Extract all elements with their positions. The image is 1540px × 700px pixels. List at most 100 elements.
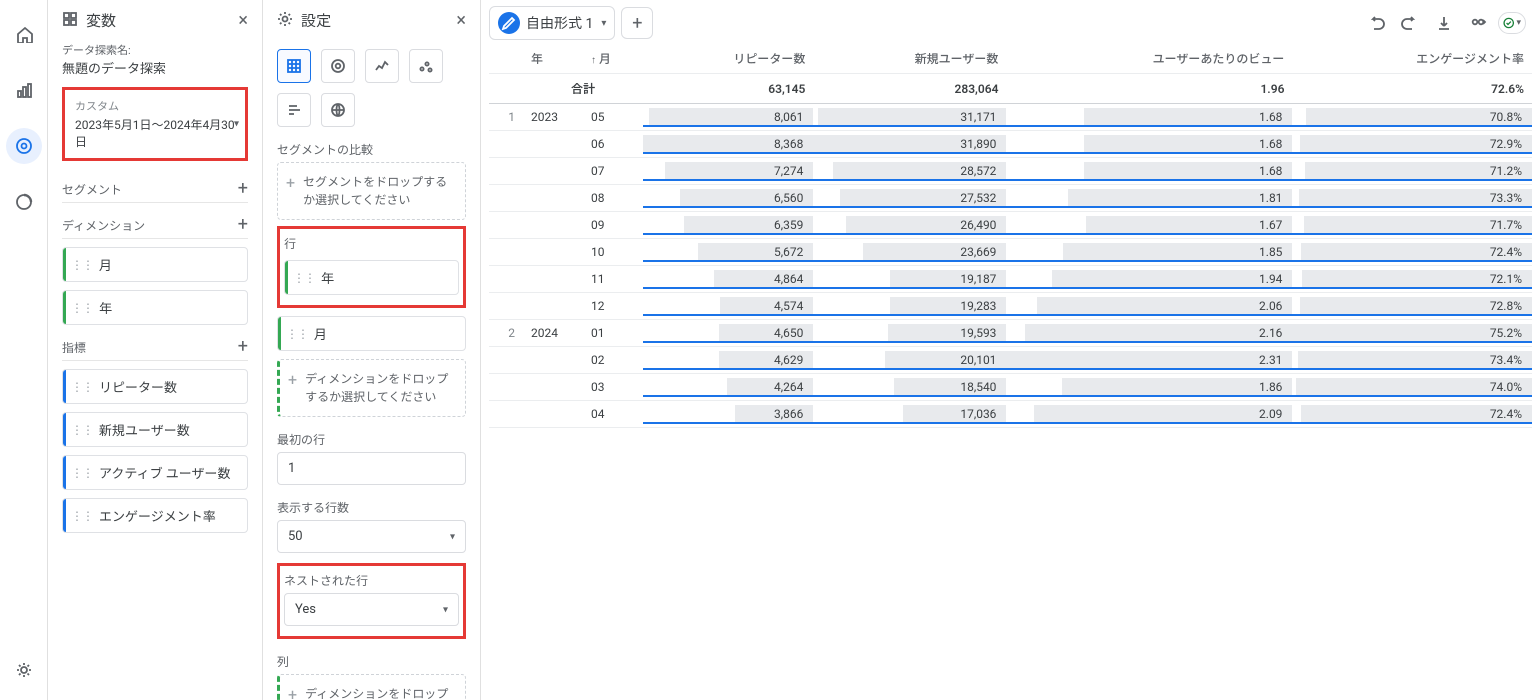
metric-cell: 74.0% — [1292, 374, 1532, 401]
metric-cell: 72.9% — [1292, 131, 1532, 158]
metric-cell: 27,532 — [813, 185, 1006, 212]
nav-admin-icon[interactable] — [6, 652, 42, 688]
viz-tab[interactable]: 自由形式 1 ▾ — [489, 6, 615, 40]
date-mode-label: カスタム — [75, 98, 235, 114]
table-row: 086,56027,5321.8173.3% — [489, 185, 1532, 212]
metrics-add-button[interactable]: + — [238, 342, 248, 353]
col-month[interactable]: ↑月 — [583, 44, 643, 74]
metric-cell: 2.16 — [1006, 320, 1292, 347]
chevron-down-icon[interactable]: ▾ — [601, 18, 606, 29]
nested-rows-select[interactable]: Yes — [284, 593, 459, 626]
seg-compare-label: セグメントの比較 — [277, 141, 466, 158]
nav-reports-icon[interactable] — [6, 72, 42, 108]
metric-chip[interactable]: ⋮⋮エンゲージメント率 — [62, 498, 248, 533]
metric-cell: 75.2% — [1292, 320, 1532, 347]
segments-section-label: セグメント — [62, 181, 122, 198]
cols-label: 列 — [277, 653, 466, 670]
metric-cell: 73.3% — [1292, 185, 1532, 212]
start-row-label: 最初の行 — [277, 431, 466, 448]
metric-cell: 17,036 — [813, 401, 1006, 428]
plus-icon: + — [286, 175, 295, 191]
table-row: 096,35926,4901.6771.7% — [489, 212, 1532, 239]
share-button[interactable] — [1464, 9, 1492, 37]
col-m2[interactable]: 新規ユーザー数 — [813, 44, 1006, 74]
metric-cell: 3,866 — [643, 401, 813, 428]
table-row: 124,57419,2832.0672.8% — [489, 293, 1532, 320]
metric-cell: 1.94 — [1006, 266, 1292, 293]
col-m3[interactable]: ユーザーあたりのビュー — [1006, 44, 1292, 74]
viz-table-icon[interactable] — [277, 49, 311, 83]
metric-cell: 20,101 — [813, 347, 1006, 374]
metric-cell: 26,490 — [813, 212, 1006, 239]
viz-topbar: 自由形式 1 ▾ + ▾ — [481, 0, 1540, 44]
cols-drop-message: ディメンションをドロップするか選択してください — [305, 685, 457, 700]
metric-cell: 4,650 — [643, 320, 813, 347]
viz-scatter-icon[interactable] — [409, 49, 443, 83]
rows-highlight-box: 行 ⋮⋮年 — [277, 226, 466, 308]
totals-label: 合計 — [523, 74, 643, 104]
undo-button[interactable] — [1362, 9, 1390, 37]
table-row: 105,67223,6691.8572.4% — [489, 239, 1532, 266]
metric-chip[interactable]: ⋮⋮リピーター数 — [62, 369, 248, 404]
nav-ads-icon[interactable] — [6, 184, 42, 220]
date-range-picker[interactable]: カスタム 2023年5月1日～2024年4月30日 — [62, 87, 248, 161]
metric-cell: 1.68 — [1006, 131, 1292, 158]
table-row: 034,26418,5401.8674.0% — [489, 374, 1532, 401]
metric-cell: 19,283 — [813, 293, 1006, 320]
metric-cell: 4,574 — [643, 293, 813, 320]
metric-cell: 4,629 — [643, 347, 813, 374]
dimensions-section-label: ディメンション — [62, 217, 145, 234]
nested-rows-highlight-box: ネストされた行 Yes — [277, 563, 466, 639]
viz-line-icon[interactable] — [365, 49, 399, 83]
exploration-name[interactable]: 無題のデータ探索 — [62, 58, 248, 77]
total-m1: 63,145 — [643, 74, 813, 104]
metric-cell: 71.2% — [1292, 158, 1532, 185]
metric-cell: 1.67 — [1006, 212, 1292, 239]
show-rows-label: 表示する行数 — [277, 499, 466, 516]
status-badge[interactable]: ▾ — [1498, 12, 1526, 34]
metric-cell: 19,187 — [813, 266, 1006, 293]
start-row-input[interactable]: 1 — [277, 452, 466, 485]
col-m1[interactable]: リピーター数 — [643, 44, 813, 74]
show-rows-select[interactable]: 50 — [277, 520, 466, 553]
plus-icon: + — [288, 687, 297, 700]
metric-cell: 31,890 — [813, 131, 1006, 158]
segments-add-button[interactable]: + — [238, 184, 248, 195]
nav-explore-icon[interactable] — [6, 128, 42, 164]
metric-cell: 72.8% — [1292, 293, 1532, 320]
variables-close-button[interactable]: × — [238, 12, 248, 30]
metric-cell: 1.86 — [1006, 374, 1292, 401]
dimension-chip[interactable]: ⋮⋮年 — [62, 290, 248, 325]
viz-geo-icon[interactable] — [321, 93, 355, 127]
metric-cell: 31,171 — [813, 104, 1006, 131]
row-chip-month[interactable]: ⋮⋮月 — [277, 316, 466, 351]
col-m4[interactable]: エンゲージメント率 — [1292, 44, 1532, 74]
nav-home-icon[interactable] — [6, 16, 42, 52]
segment-dropzone[interactable]: + セグメントをドロップするか選択してください — [277, 162, 466, 220]
dimension-chip[interactable]: ⋮⋮月 — [62, 247, 248, 282]
total-m4: 72.6% — [1292, 74, 1532, 104]
cols-dropzone[interactable]: + ディメンションをドロップするか選択してください — [277, 674, 466, 700]
settings-close-button[interactable]: × — [456, 12, 466, 30]
metric-cell: 28,572 — [813, 158, 1006, 185]
col-year[interactable]: 年 — [523, 44, 583, 74]
redo-button[interactable] — [1396, 9, 1424, 37]
rows-dropzone[interactable]: + ディメンションをドロップするか選択してください — [277, 359, 466, 417]
metric-cell: 1.68 — [1006, 104, 1292, 131]
plus-icon: + — [288, 372, 297, 388]
metric-chip[interactable]: ⋮⋮アクティブ ユーザー数 — [62, 455, 248, 490]
add-tab-button[interactable]: + — [621, 7, 653, 39]
row-chip-year[interactable]: ⋮⋮年 — [284, 260, 459, 295]
download-button[interactable] — [1430, 9, 1458, 37]
metric-cell: 72.4% — [1292, 239, 1532, 266]
table-row: 12023058,06131,1711.6870.8% — [489, 104, 1532, 131]
viz-bar-icon[interactable] — [277, 93, 311, 127]
settings-title: 設定 — [301, 10, 331, 31]
metric-cell: 18,540 — [813, 374, 1006, 401]
metric-cell: 5,672 — [643, 239, 813, 266]
dimensions-add-button[interactable]: + — [238, 220, 248, 231]
viz-donut-icon[interactable] — [321, 49, 355, 83]
metric-cell: 8,368 — [643, 131, 813, 158]
main-area: 自由形式 1 ▾ + ▾ 年 ↑月 リピーター数 新規ユーザー数 ユーザーあたり… — [481, 0, 1540, 700]
metric-chip[interactable]: ⋮⋮新規ユーザー数 — [62, 412, 248, 447]
